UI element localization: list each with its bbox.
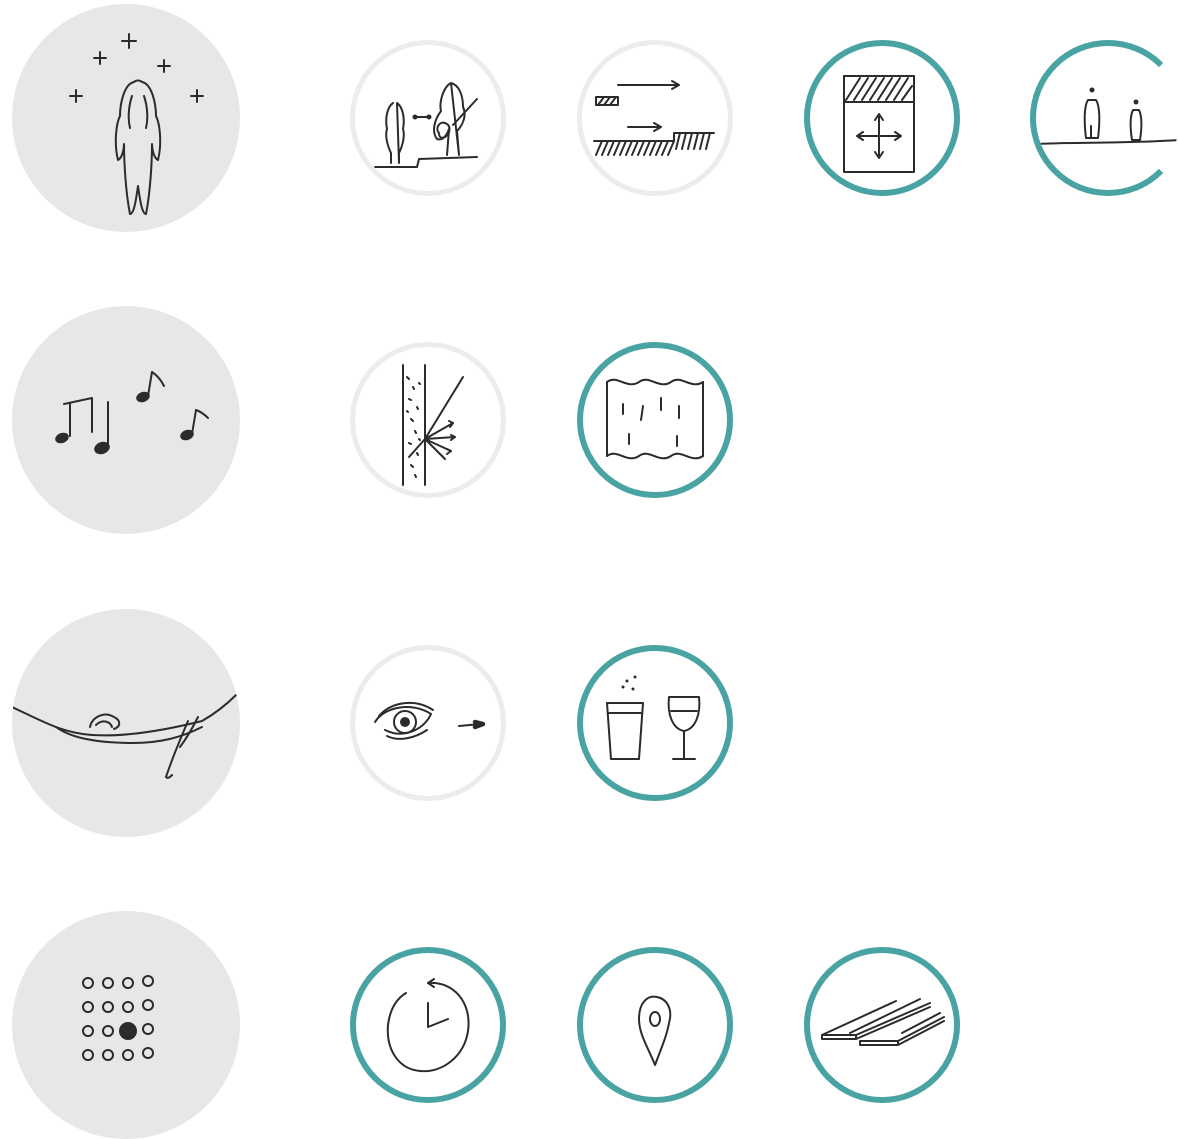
option-clock[interactable] bbox=[350, 947, 506, 1103]
sound-absorbing-wall-icon bbox=[402, 364, 464, 486]
music-notes-icon bbox=[55, 371, 209, 455]
two-people-distance-icon bbox=[1037, 87, 1178, 145]
option-glass-and-wine[interactable] bbox=[577, 645, 733, 801]
location-pin-icon bbox=[638, 995, 672, 1066]
option-curtain[interactable] bbox=[577, 342, 733, 498]
option-sound-absorbing-wall[interactable] bbox=[350, 342, 506, 498]
category-crowd[interactable] bbox=[12, 4, 240, 232]
row-crowd bbox=[0, 4, 1178, 232]
category-relax[interactable] bbox=[12, 609, 240, 837]
row-relax bbox=[0, 609, 1178, 837]
row-time-place bbox=[0, 911, 1178, 1139]
option-wooden-planks[interactable] bbox=[804, 947, 960, 1103]
expandable-panel-icon bbox=[843, 75, 915, 173]
option-sound-travel[interactable] bbox=[577, 40, 733, 196]
category-music[interactable] bbox=[12, 306, 240, 534]
row-music bbox=[0, 306, 1178, 534]
option-location-pin[interactable] bbox=[577, 947, 733, 1103]
option-two-people-distance[interactable] bbox=[1030, 40, 1178, 196]
sound-travel-arrows-icon bbox=[593, 80, 715, 156]
person-in-hammock-icon bbox=[12, 694, 237, 779]
person-with-plus-signs-icon bbox=[69, 33, 204, 215]
glass-and-wine-glass-icon bbox=[606, 675, 701, 760]
curtain-icon bbox=[606, 378, 704, 460]
wooden-planks-icon bbox=[821, 998, 945, 1046]
clock-icon bbox=[386, 978, 470, 1073]
dot-grid-icon bbox=[82, 975, 154, 1061]
option-expandable-panel[interactable] bbox=[804, 40, 960, 196]
option-person-and-musician[interactable] bbox=[350, 40, 506, 196]
category-time-place[interactable] bbox=[12, 911, 240, 1139]
person-and-musician-icon bbox=[374, 82, 478, 168]
option-eye-looking[interactable] bbox=[350, 645, 506, 801]
eye-looking-icon bbox=[374, 701, 486, 740]
